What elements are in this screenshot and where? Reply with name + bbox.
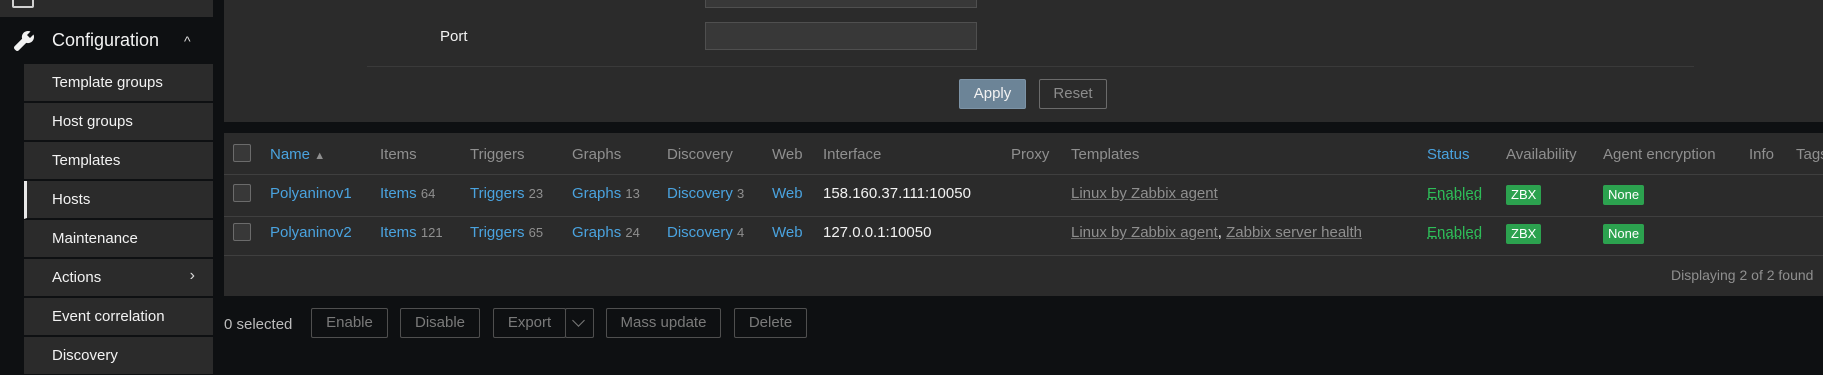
templates-cell: Linux by Zabbix agent, Zabbix server hea… [1071,224,1362,241]
apply-button[interactable]: Apply [959,79,1026,109]
status-toggle[interactable]: Enabled [1427,224,1482,241]
graphs-link[interactable]: Graphs 13 [572,185,640,202]
encryption-badge: None [1603,224,1645,244]
discovery-link[interactable]: Discovery 4 [667,224,744,241]
hosts-table: Name ▲ Items Triggers Graphs Discovery W… [224,133,1823,296]
sidebar-item-collapsed[interactable] [0,0,213,18]
status-toggle[interactable]: Enabled [1427,185,1482,202]
sidebar-item-templates[interactable]: Templates [24,142,213,180]
sidebar-section-label: Configuration [52,30,160,50]
web-link[interactable]: Web [772,185,803,202]
items-link[interactable]: Items 64 [380,185,435,202]
sidebar-section-configuration[interactable]: Configuration ^ [0,17,213,64]
row-divider [224,216,1823,217]
triggers-link[interactable]: Triggers 23 [470,185,543,202]
column-header-interface: Interface [823,146,882,163]
sidebar-item-label: Actions [52,269,102,286]
triggers-link[interactable]: Triggers 65 [470,224,543,241]
column-header-discovery: Discovery [667,146,733,163]
column-header-triggers: Triggers [470,146,525,163]
selected-count: 0 selected [224,316,293,333]
wrench-icon [14,30,35,51]
chevron-up-icon: ^ [184,33,191,49]
sidebar-item-label: Maintenance [52,230,138,247]
interface-value: 158.160.37.111:10050 [823,185,971,202]
sort-asc-icon: ▲ [314,150,326,162]
web-link[interactable]: Web [772,224,803,241]
mass-update-button[interactable]: Mass update [606,308,721,338]
export-button[interactable]: Export [493,308,566,338]
availability-badge: ZBX [1506,224,1542,244]
pagination-summary: Displaying 2 of 2 found [1671,267,1814,283]
column-header-tags: Tags [1796,146,1823,163]
template-link[interactable]: Linux by Zabbix agent [1071,185,1218,202]
column-header-status[interactable]: Status [1427,146,1470,163]
discovery-link[interactable]: Discovery 3 [667,185,744,202]
chevron-right-icon: › [189,267,195,284]
sidebar-item-label: Templates [52,152,121,169]
column-header-name[interactable]: Name ▲ [270,146,325,163]
column-header-graphs: Graphs [572,146,622,163]
sidebar-item-hosts[interactable]: Hosts [24,181,213,219]
template-link[interactable]: Linux by Zabbix agent [1071,224,1218,241]
port-input[interactable] [705,22,977,50]
export-dropdown-button[interactable] [565,308,594,338]
column-header-templates: Templates [1071,146,1140,163]
host-name-link[interactable]: Polyaninov2 [270,224,352,241]
column-header-availability: Availability [1506,146,1577,163]
sidebar-item-template-groups[interactable]: Template groups [24,64,213,102]
filter-panel: Port Apply Reset [224,0,1823,122]
header-divider [224,174,1823,175]
template-separator: , [1217,224,1222,241]
sidebar-item-label: Discovery [52,347,118,364]
encryption-badge: None [1603,185,1645,205]
monitor-icon [12,0,34,8]
filter-divider [367,66,1694,67]
sidebar-item-label: Event correlation [52,308,165,325]
column-header-proxy: Proxy [1011,146,1050,163]
column-header-web: Web [772,146,803,163]
sidebar-item-discovery[interactable]: Discovery [24,337,213,375]
graphs-link[interactable]: Graphs 24 [572,224,640,241]
row-divider [224,255,1823,256]
delete-button[interactable]: Delete [734,308,807,338]
availability-badge: ZBX [1506,185,1542,205]
sidebar-item-maintenance[interactable]: Maintenance [24,220,213,258]
filter-input-above[interactable] [705,0,977,8]
column-header-items: Items [380,146,417,163]
reset-button[interactable]: Reset [1039,79,1107,109]
enable-button[interactable]: Enable [311,308,388,338]
select-all-checkbox[interactable] [233,144,251,162]
interface-value: 127.0.0.1:10050 [823,224,932,241]
sidebar: Configuration ^ Template groups Host gro… [0,0,213,375]
sidebar-item-event-correlation[interactable]: Event correlation [24,298,213,336]
sidebar-item-label: Hosts [52,191,91,208]
port-label: Port [440,28,468,45]
template-link[interactable]: Zabbix server health [1226,224,1362,241]
sidebar-item-host-groups[interactable]: Host groups [24,103,213,141]
chevron-down-icon [572,314,585,327]
host-name-link[interactable]: Polyaninov1 [270,185,352,202]
row-checkbox[interactable] [233,184,251,202]
items-link[interactable]: Items 121 [380,224,443,241]
sidebar-item-actions[interactable]: Actions › [24,259,213,297]
sidebar-item-label: Host groups [52,113,133,130]
column-header-agent-encryption: Agent encryption [1603,146,1716,163]
column-header-info: Info [1749,146,1775,163]
sidebar-item-label: Template groups [52,74,163,91]
row-checkbox[interactable] [233,223,251,241]
disable-button[interactable]: Disable [400,308,480,338]
